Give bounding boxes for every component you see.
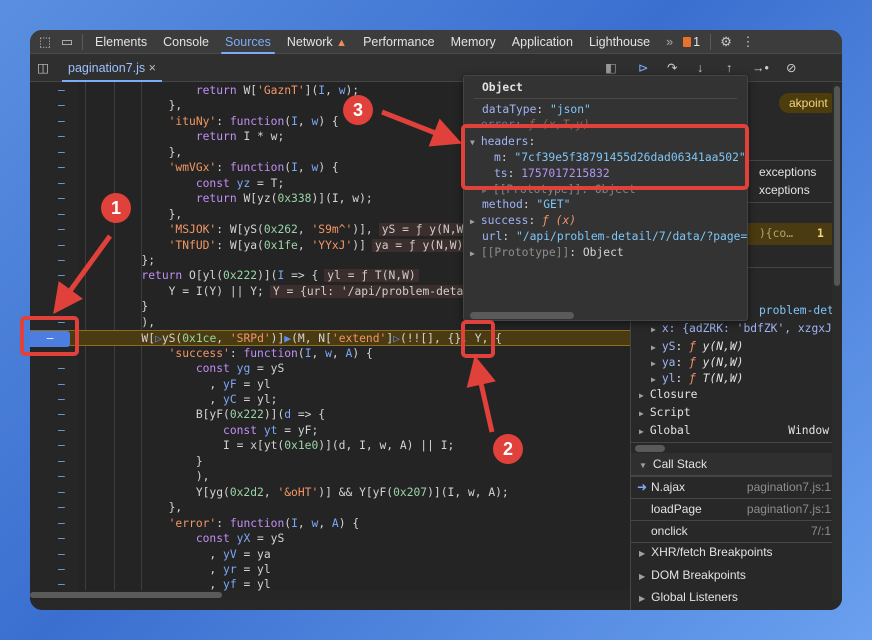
highlight-box-y [461, 320, 495, 358]
arrow-2 [466, 355, 496, 433]
highlight-box-gutter [20, 316, 79, 356]
highlight-box-headers [461, 124, 749, 190]
annotation-badge-1: 1 [101, 193, 131, 223]
arrow-1 [53, 234, 113, 315]
svg-text:2: 2 [503, 439, 513, 459]
annotation-badge-3: 3 [343, 95, 373, 125]
svg-text:1: 1 [111, 198, 121, 218]
annotation-overlay: 1 2 3 [20, 95, 749, 464]
svg-text:3: 3 [353, 100, 363, 120]
annotation-badge-2: 2 [493, 434, 523, 464]
arrow-3 [381, 109, 462, 147]
